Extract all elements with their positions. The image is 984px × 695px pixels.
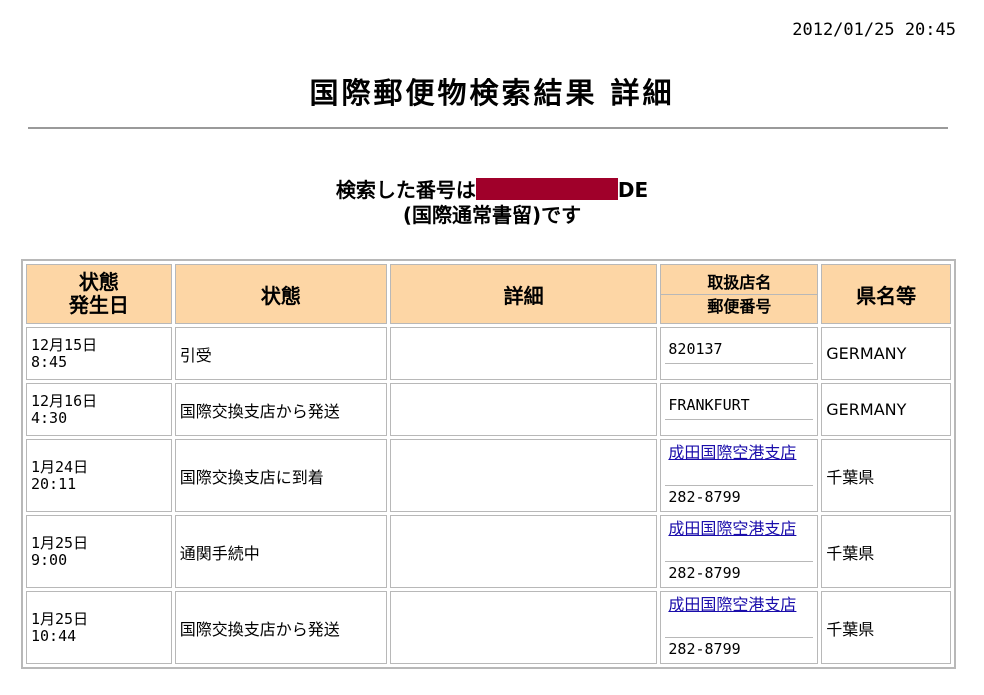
cell-office: 成田国際空港支店 282-8799 [660,591,819,664]
postal-code: 282-8799 [668,564,741,582]
search-prefix: 検索した番号は [335,178,476,202]
cell-date: 12月16日 4:30 [26,383,172,436]
search-type-line: (国際通常書留)です [402,203,582,227]
cell-prefecture: 千葉県 [821,439,951,512]
header-prefecture: 県名等 [821,264,951,324]
office-code: FRANKFURT [668,396,750,414]
postal-code [665,364,813,368]
cell-prefecture: 千葉県 [821,515,951,588]
cell-office: 成田国際空港支店 282-8799 [660,515,819,588]
cell-detail [389,327,658,380]
cell-prefecture: GERMANY [821,383,951,436]
cell-detail [389,439,658,512]
redacted-tracking-number [475,178,618,200]
cell-date: 1月24日 20:11 [26,439,172,512]
search-info: 検索した番号は DE (国際通常書留)です [0,178,984,228]
office-link[interactable]: 成田国際空港支店 [668,443,796,462]
cell-status: 国際交換支店に到着 [174,439,387,512]
time-text: 8:45 [31,352,68,371]
time-text: 4:30 [31,408,68,427]
cell-status: 引受 [174,327,387,380]
date-text: 12月16日 [31,391,98,410]
time-text: 20:11 [31,474,77,493]
postal-code: 282-8799 [668,488,741,506]
header-date-line1: 状態 [78,270,119,294]
cell-status: 国際交換支店から発送 [174,591,387,664]
postal-code: 282-8799 [668,640,741,658]
cell-detail [389,591,658,664]
cell-detail [389,383,658,436]
office-link[interactable]: 成田国際空港支店 [668,519,796,538]
search-suffix: DE [617,178,649,202]
office-name-box: 成田国際空港支店 [665,443,814,486]
page-title: 国際郵便物検索結果 詳細 [309,76,675,110]
table-row: 1月25日 9:00 通関手続中 成田国際空港支店 282-8799 千葉県 [26,515,951,588]
header-office-name: 取扱店名 [661,271,818,295]
office-name-box: 成田国際空港支店 [665,519,814,562]
cell-prefecture: 千葉県 [821,591,951,664]
header-date-line2: 発生日 [68,293,129,317]
office-name-box: FRANKFURT [665,395,814,420]
cell-date: 12月15日 8:45 [26,327,172,380]
office-link[interactable]: 成田国際空港支店 [668,595,796,614]
office-name-box: 成田国際空港支店 [665,595,814,638]
office-code: 820137 [668,340,723,358]
header-detail: 詳細 [389,264,658,324]
cell-detail [389,515,658,588]
timestamp: 2012/01/25 20:45 [792,20,956,40]
cell-office: 成田国際空港支店 282-8799 [660,439,819,512]
table-row: 1月25日 10:44 国際交換支店から発送 成田国際空港支店 282-8799 千葉県 [26,591,951,664]
search-number-line: 検索した番号は DE [0,178,984,203]
cell-office: FRANKFURT [660,383,819,436]
results-table: 状態 発生日 状態 詳細 取扱店名 郵便番号 県名等 12月15日 8:45 引受 8… [21,259,956,669]
cell-status: 通関手続中 [174,515,387,588]
header-status: 状態 [174,264,387,324]
table-row: 12月16日 4:30 国際交換支店から発送 FRANKFURT GERMANY [26,383,951,436]
date-text: 1月24日 [31,457,89,476]
postal-code [665,420,813,424]
office-name-box: 820137 [665,339,814,364]
cell-date: 1月25日 10:44 [26,591,172,664]
date-text: 1月25日 [31,533,89,552]
cell-prefecture: GERMANY [821,327,951,380]
cell-status: 国際交換支店から発送 [174,383,387,436]
cell-office: 820137 [660,327,819,380]
table-row: 1月24日 20:11 国際交換支店に到着 成田国際空港支店 282-8799 千葉県 [26,439,951,512]
cell-date: 1月25日 9:00 [26,515,172,588]
divider [28,127,948,129]
header-date: 状態 発生日 [26,264,172,324]
date-text: 12月15日 [31,335,98,354]
time-text: 10:44 [31,626,77,645]
header-postal-code: 郵便番号 [707,296,772,316]
table-row: 12月15日 8:45 引受 820137 GERMANY [26,327,951,380]
date-text: 1月25日 [31,609,89,628]
time-text: 9:00 [31,550,68,569]
header-office: 取扱店名 郵便番号 [660,264,819,324]
